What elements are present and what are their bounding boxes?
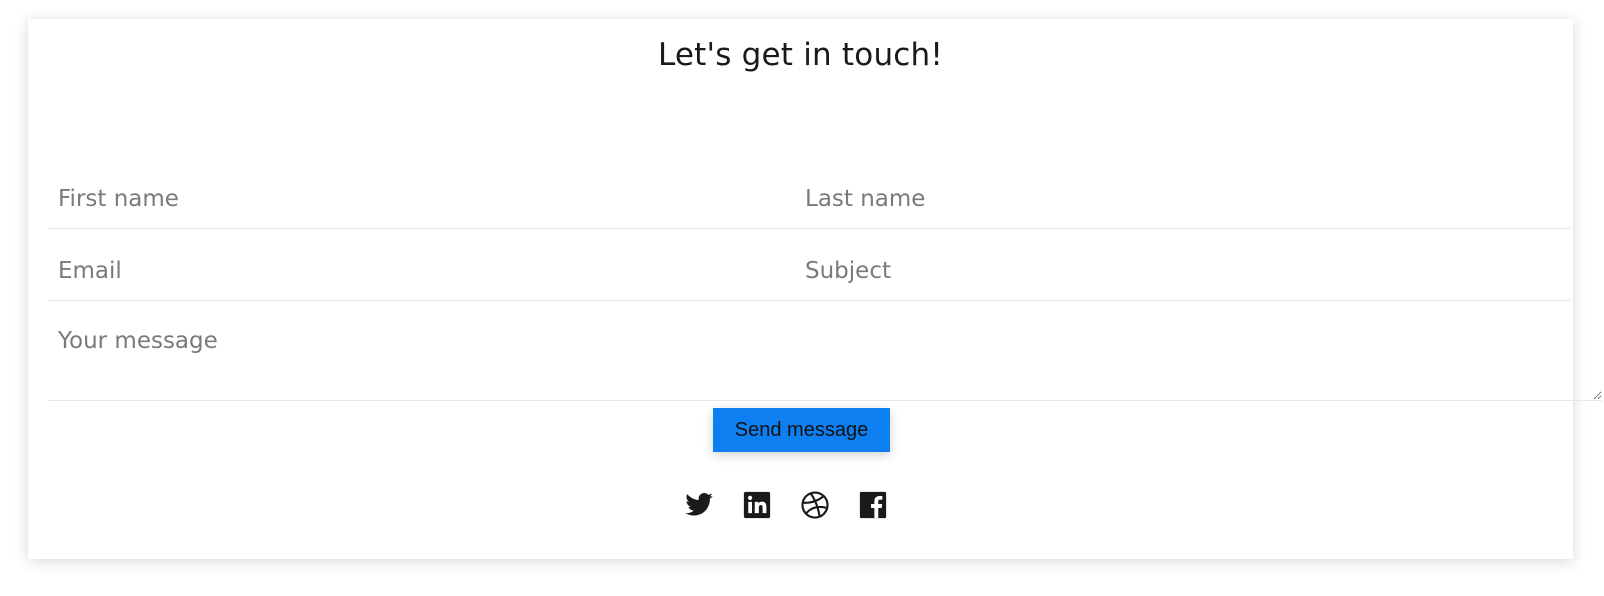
- social-links: [28, 490, 1573, 520]
- subject-input[interactable]: [795, 242, 1571, 301]
- facebook-link[interactable]: [858, 490, 888, 520]
- message-textarea[interactable]: [48, 312, 1602, 401]
- dribbble-link[interactable]: [800, 490, 830, 520]
- page-title: Let's get in touch!: [657, 37, 944, 73]
- contact-card: Let's get in touch! Send message: [28, 19, 1602, 559]
- first-name-input[interactable]: [48, 170, 795, 229]
- send-message-button[interactable]: Send message: [713, 408, 890, 452]
- email-input[interactable]: [48, 242, 795, 301]
- linkedin-link[interactable]: [742, 490, 772, 520]
- twitter-link[interactable]: [684, 490, 714, 520]
- dribbble-icon: [800, 491, 829, 519]
- linkedin-icon: [743, 491, 770, 519]
- facebook-icon: [859, 491, 886, 519]
- twitter-icon: [684, 493, 713, 516]
- last-name-input[interactable]: [795, 170, 1571, 229]
